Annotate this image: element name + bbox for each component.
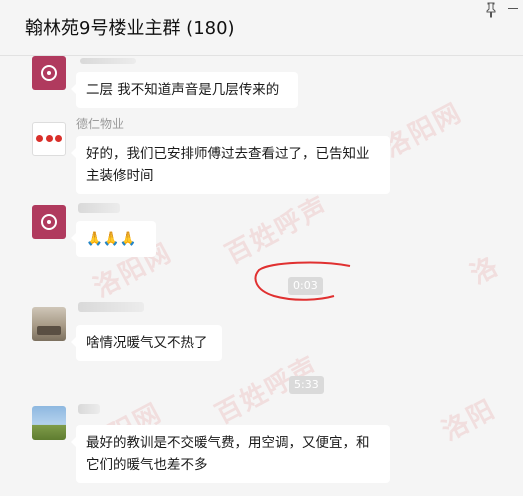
sender-name-redacted — [78, 302, 144, 312]
chat-header: 翰林苑9号楼业主群 (180) — [0, 0, 523, 56]
field-landscape-avatar[interactable] — [32, 406, 66, 440]
minimize-icon[interactable] — [508, 8, 518, 9]
sender-name-redacted — [80, 58, 136, 64]
sender-name-redacted — [78, 203, 120, 213]
red-annotation-circle — [254, 261, 351, 301]
pin-icon[interactable] — [484, 2, 498, 18]
maroon-cup-avatar[interactable] — [32, 56, 66, 90]
watermark: 洛阳 — [437, 394, 501, 448]
timestamp: 5:33 — [289, 376, 324, 394]
message-text: 🙏🙏🙏 — [86, 231, 137, 247]
message-bubble[interactable]: 🙏🙏🙏 — [71, 221, 156, 257]
message-bubble[interactable]: 二层 我不知道声音是几层传来的 — [71, 72, 298, 108]
living-room-avatar[interactable] — [32, 307, 66, 341]
message-text: 啥情况暖气又不热了 — [86, 335, 208, 351]
message-text: 最好的教训是不交暖气费，用空调，又便宜，和它们的暖气也差不多 — [86, 435, 370, 473]
message-bubble[interactable]: 最好的教训是不交暖气费，用空调，又便宜，和它们的暖气也差不多 — [71, 425, 390, 483]
watermark: 洛 — [465, 250, 505, 291]
message-bubble[interactable]: 好的，我们已安排师傅过去查看过了，已告知业主装修时间 — [71, 136, 390, 194]
sender-name-redacted — [78, 404, 100, 414]
red-logo-avatar[interactable] — [32, 122, 66, 156]
message-text: 二层 我不知道声音是几层传来的 — [86, 82, 280, 98]
group-title: 翰林苑9号楼业主群 (180) — [25, 18, 235, 39]
message-text: 好的，我们已安排师傅过去查看过了，已告知业主装修时间 — [86, 146, 370, 184]
maroon-cup-avatar[interactable] — [32, 205, 66, 239]
watermark: 百姓呼声 — [220, 191, 334, 271]
sender-name: 德仁物业 — [76, 117, 125, 131]
message-bubble[interactable]: 啥情况暖气又不热了 — [71, 325, 222, 361]
